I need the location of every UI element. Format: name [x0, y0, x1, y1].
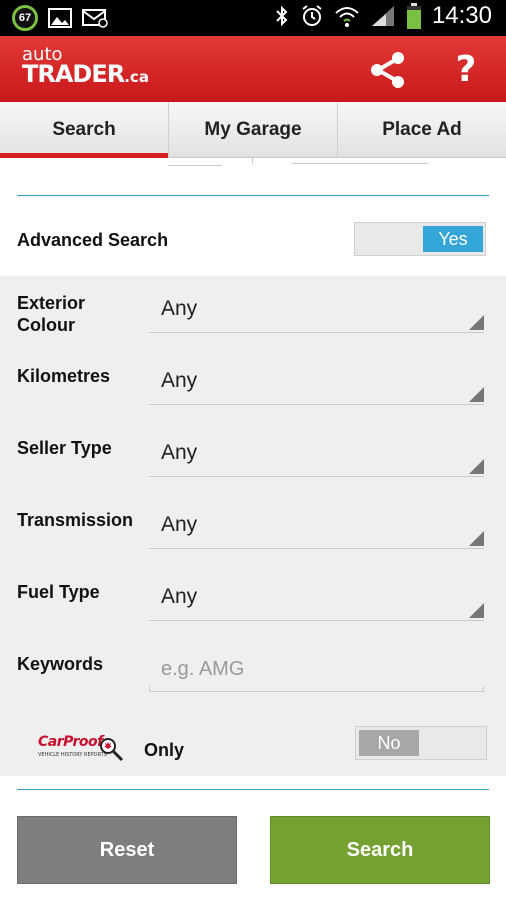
filter-row-kilometres: Kilometres Any [0, 348, 506, 420]
exterior-colour-select[interactable]: Any [149, 289, 484, 333]
dropdown-arrow-icon [469, 603, 484, 618]
select-value: Any [161, 441, 198, 464]
filter-label: Seller Type [17, 438, 112, 458]
carproof-only-toggle[interactable]: No [355, 726, 487, 760]
tab-my-garage[interactable]: My Garage [169, 102, 338, 157]
filter-row-seller-type: Seller Type Any [0, 420, 506, 492]
filter-label: Fuel Type [17, 582, 100, 602]
wifi-icon [335, 7, 359, 27]
tab-search[interactable]: Search [0, 102, 169, 158]
carproof-logo-subtext: VEHICLE HISTORY REPORTS [38, 752, 107, 758]
share-icon [371, 52, 404, 88]
filter-row-exterior-colour: Exterior Colour Any [0, 276, 506, 348]
dropdown-arrow-icon [469, 315, 484, 330]
keywords-input[interactable] [149, 648, 484, 692]
partial-field-b [252, 158, 253, 164]
seller-type-select[interactable]: Any [149, 433, 484, 477]
filter-row-fuel-type: Fuel Type Any [0, 564, 506, 636]
advanced-search-toggle-knob: Yes [423, 226, 483, 252]
tab-place-ad[interactable]: Place Ad [338, 102, 506, 157]
gallery-icon [48, 8, 72, 28]
search-form: Advanced Search Yes Exterior Colour Any … [0, 158, 506, 900]
fuel-type-select[interactable]: Any [149, 577, 484, 621]
mail-icon [82, 9, 108, 28]
notification-count-badge: 67 [12, 5, 38, 31]
section-divider [17, 789, 489, 790]
status-time: 14:30 [431, 2, 492, 29]
logo-suffix: .ca [124, 68, 149, 86]
dropdown-arrow-icon [469, 387, 484, 402]
alarm-icon [302, 5, 322, 26]
carproof-logo: CarProof VEHICLE HISTORY REPORTS [36, 732, 126, 764]
reset-button[interactable]: Reset [17, 816, 237, 884]
select-value: Any [161, 513, 198, 536]
magnifier-icon [100, 738, 124, 762]
transmission-select[interactable]: Any [149, 505, 484, 549]
status-bar-notifications: 67 [12, 5, 108, 31]
status-bar-system: 14:30 [274, 2, 492, 30]
logo-main-text: TRADER.ca [22, 62, 149, 86]
input-corner [483, 686, 484, 692]
advanced-search-label: Advanced Search [17, 230, 169, 250]
bluetooth-icon [276, 5, 288, 27]
tab-bar: Search My Garage Place Ad [0, 102, 506, 158]
carproof-only-label: Only [144, 740, 185, 760]
signal-icon [371, 6, 394, 26]
partial-field-a [168, 158, 222, 166]
dropdown-arrow-icon [469, 531, 484, 546]
filter-label: Kilometres [17, 366, 111, 386]
filter-label: Transmission [17, 510, 134, 530]
carproof-toggle-knob: No [359, 730, 419, 756]
input-corner [149, 686, 150, 692]
partial-field-c [292, 158, 428, 164]
app-header: auto TRADER.ca ? [0, 36, 506, 102]
logo-main-word: TRADER [22, 60, 125, 88]
section-divider [17, 195, 489, 196]
kilometres-select[interactable]: Any [149, 361, 484, 405]
autotrader-logo[interactable]: auto TRADER.ca [22, 46, 149, 87]
status-bar: 67 14:30 [0, 0, 506, 36]
select-value: Any [161, 297, 198, 320]
advanced-filters-panel: Exterior Colour Any Kilometres Any Selle… [0, 276, 506, 776]
battery-icon [406, 3, 421, 29]
filter-label: Exterior Colour [17, 293, 86, 335]
dropdown-arrow-icon [469, 459, 484, 474]
share-button[interactable] [364, 50, 412, 90]
help-button[interactable]: ? [444, 48, 488, 92]
keywords-label: Keywords [17, 654, 104, 674]
select-value: Any [161, 369, 198, 392]
partially-scrolled-fields [0, 158, 506, 176]
filter-row-keywords: Keywords [0, 636, 506, 708]
advanced-search-row: Advanced Search Yes [0, 198, 506, 276]
advanced-search-toggle[interactable]: Yes [354, 222, 486, 256]
filter-row-transmission: Transmission Any [0, 492, 506, 564]
select-value: Any [161, 585, 198, 608]
search-button[interactable]: Search [270, 816, 490, 884]
carproof-logo-text: CarProof [38, 734, 103, 750]
